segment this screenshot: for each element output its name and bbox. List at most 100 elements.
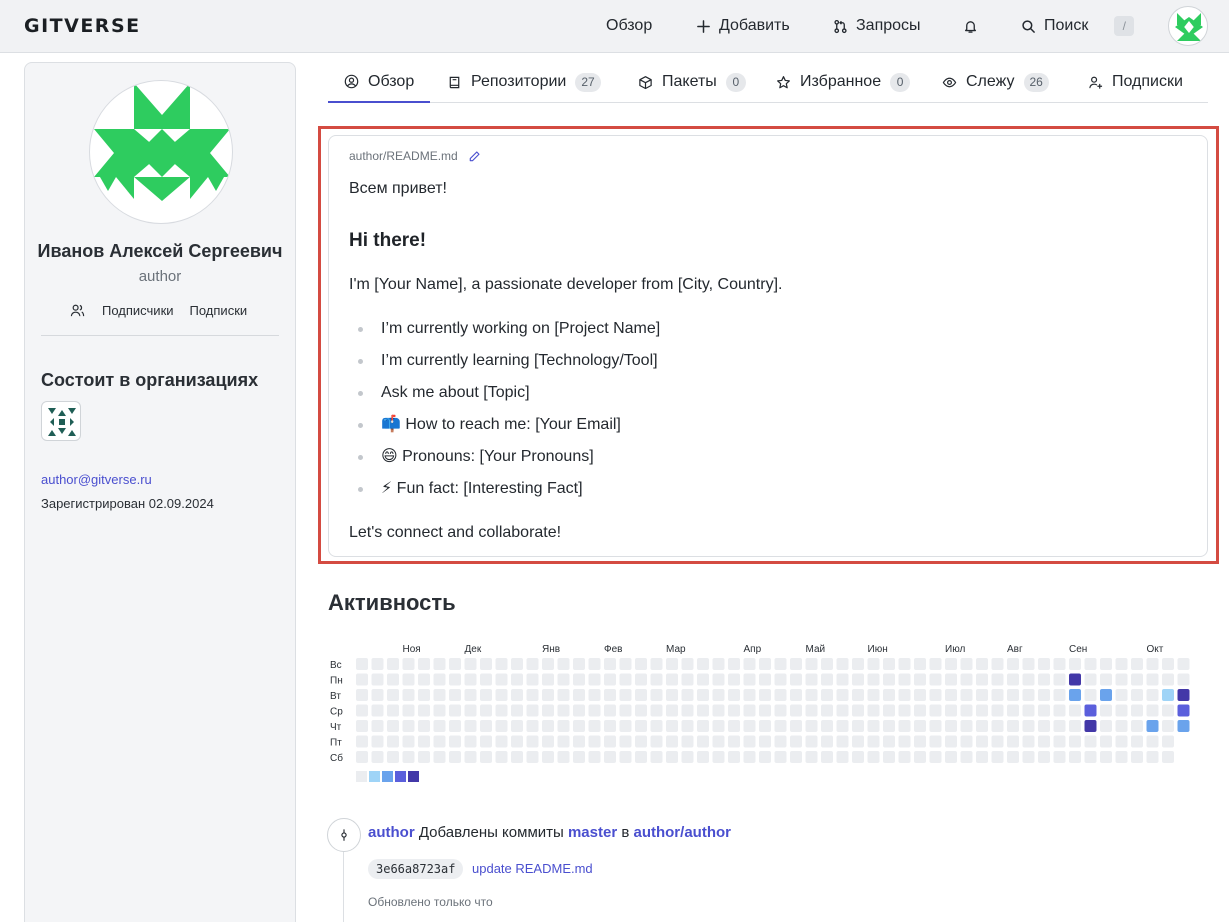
heatmap-cell[interactable] — [1069, 751, 1081, 763]
heatmap-cell[interactable] — [542, 673, 554, 686]
heatmap-cell[interactable] — [666, 658, 678, 670]
heatmap-cell[interactable] — [774, 704, 787, 717]
heatmap-cell[interactable] — [511, 751, 523, 763]
heatmap-cell[interactable] — [449, 689, 461, 701]
heatmap-cell[interactable] — [852, 673, 864, 686]
heatmap-cell[interactable] — [774, 658, 787, 670]
heatmap-cell[interactable] — [402, 720, 415, 732]
heatmap-cell[interactable] — [371, 658, 384, 670]
heatmap-cell[interactable] — [588, 673, 601, 686]
search-button[interactable]: Поиск / — [1021, 15, 1135, 37]
heatmap-cell[interactable] — [1069, 720, 1081, 732]
heatmap-cell[interactable] — [433, 658, 446, 670]
heatmap-cell[interactable] — [511, 704, 523, 717]
heatmap-cell[interactable] — [728, 658, 740, 670]
pencil-edit-icon[interactable] — [468, 150, 481, 163]
heatmap-cell[interactable] — [1007, 704, 1019, 717]
heatmap-cell[interactable] — [356, 751, 368, 763]
heatmap-cell[interactable] — [728, 735, 740, 748]
heatmap-cell[interactable] — [402, 673, 415, 686]
heatmap-cell[interactable] — [402, 704, 415, 717]
heatmap-cell[interactable] — [1053, 658, 1066, 670]
heatmap-cell[interactable] — [542, 735, 554, 748]
heatmap-cell[interactable] — [836, 751, 849, 763]
heatmap-cell[interactable] — [852, 704, 864, 717]
heatmap-cell[interactable] — [1038, 658, 1050, 670]
heatmap-cell[interactable] — [526, 720, 539, 732]
heatmap-cell[interactable] — [526, 735, 539, 748]
heatmap-cell[interactable] — [1038, 704, 1050, 717]
heatmap-cell[interactable] — [511, 689, 523, 701]
heatmap-cell[interactable] — [852, 735, 864, 748]
heatmap-cell[interactable] — [1162, 689, 1174, 701]
heatmap-cell[interactable] — [712, 704, 725, 717]
heatmap-cell[interactable] — [650, 658, 663, 670]
heatmap-cell[interactable] — [650, 673, 663, 686]
heatmap-cell[interactable] — [588, 751, 601, 763]
heatmap-cell[interactable] — [867, 751, 880, 763]
heatmap-cell[interactable] — [712, 689, 725, 701]
heatmap-cell[interactable] — [433, 735, 446, 748]
heatmap-cell[interactable] — [898, 704, 911, 717]
heatmap-cell[interactable] — [356, 658, 368, 670]
tab-favorites[interactable]: Избранное 0 — [776, 62, 911, 102]
heatmap-cell[interactable] — [1038, 720, 1050, 732]
heatmap-cell[interactable] — [1038, 735, 1050, 748]
heatmap-cell[interactable] — [635, 658, 647, 670]
heatmap-cell[interactable] — [1146, 689, 1159, 701]
heatmap-cell[interactable] — [821, 689, 833, 701]
heatmap-cell[interactable] — [557, 704, 570, 717]
heatmap-cell[interactable] — [1100, 735, 1112, 748]
heatmap-cell[interactable] — [976, 720, 988, 732]
heatmap-cell[interactable] — [1162, 720, 1174, 732]
heatmap-cell[interactable] — [743, 689, 756, 701]
feed-repo-link[interactable]: author/author — [633, 824, 731, 841]
heatmap-cell[interactable] — [418, 673, 430, 686]
heatmap-cell[interactable] — [402, 751, 415, 763]
heatmap-cell[interactable] — [542, 689, 554, 701]
heatmap-cell[interactable] — [418, 704, 430, 717]
heatmap-cell[interactable] — [1177, 704, 1190, 717]
heatmap-cell[interactable] — [1022, 704, 1035, 717]
heatmap-cell[interactable] — [418, 720, 430, 732]
heatmap-cell[interactable] — [1146, 751, 1159, 763]
heatmap-cell[interactable] — [635, 735, 647, 748]
heatmap-cell[interactable] — [1022, 751, 1035, 763]
heatmap-cell[interactable] — [712, 673, 725, 686]
heatmap-cell[interactable] — [945, 689, 957, 701]
heatmap-cell[interactable] — [402, 658, 415, 670]
heatmap-cell[interactable] — [511, 673, 523, 686]
heatmap-cell[interactable] — [1069, 689, 1081, 701]
heatmap-cell[interactable] — [1007, 689, 1019, 701]
heatmap-cell[interactable] — [836, 720, 849, 732]
heatmap-cell[interactable] — [774, 720, 787, 732]
heatmap-cell[interactable] — [418, 658, 430, 670]
heatmap-cell[interactable] — [1177, 673, 1190, 686]
heatmap-cell[interactable] — [1069, 735, 1081, 748]
heatmap-cell[interactable] — [402, 735, 415, 748]
heatmap-cell[interactable] — [991, 673, 1004, 686]
heatmap-cell[interactable] — [1022, 689, 1035, 701]
heatmap-cell[interactable] — [1084, 704, 1097, 717]
heatmap-cell[interactable] — [387, 673, 399, 686]
heatmap-cell[interactable] — [1146, 673, 1159, 686]
heatmap-cell[interactable] — [929, 735, 942, 748]
gitverse-logo[interactable]: GITVERSE — [24, 15, 141, 37]
heatmap-cell[interactable] — [697, 720, 709, 732]
heatmap-cell[interactable] — [371, 735, 384, 748]
heatmap-cell[interactable] — [712, 751, 725, 763]
heatmap-cell[interactable] — [852, 689, 864, 701]
heatmap-cell[interactable] — [945, 735, 957, 748]
heatmap-cell[interactable] — [604, 689, 616, 701]
heatmap-cell[interactable] — [976, 735, 988, 748]
heatmap-cell[interactable] — [387, 658, 399, 670]
heatmap-cell[interactable] — [650, 704, 663, 717]
heatmap-cell[interactable] — [650, 751, 663, 763]
heatmap-cell[interactable] — [883, 658, 895, 670]
heatmap-cell[interactable] — [1084, 751, 1097, 763]
heatmap-cell[interactable] — [1115, 673, 1128, 686]
heatmap-cell[interactable] — [387, 689, 399, 701]
feed-user-link[interactable]: author — [368, 824, 415, 841]
heatmap-cell[interactable] — [914, 735, 926, 748]
heatmap-cell[interactable] — [681, 704, 694, 717]
